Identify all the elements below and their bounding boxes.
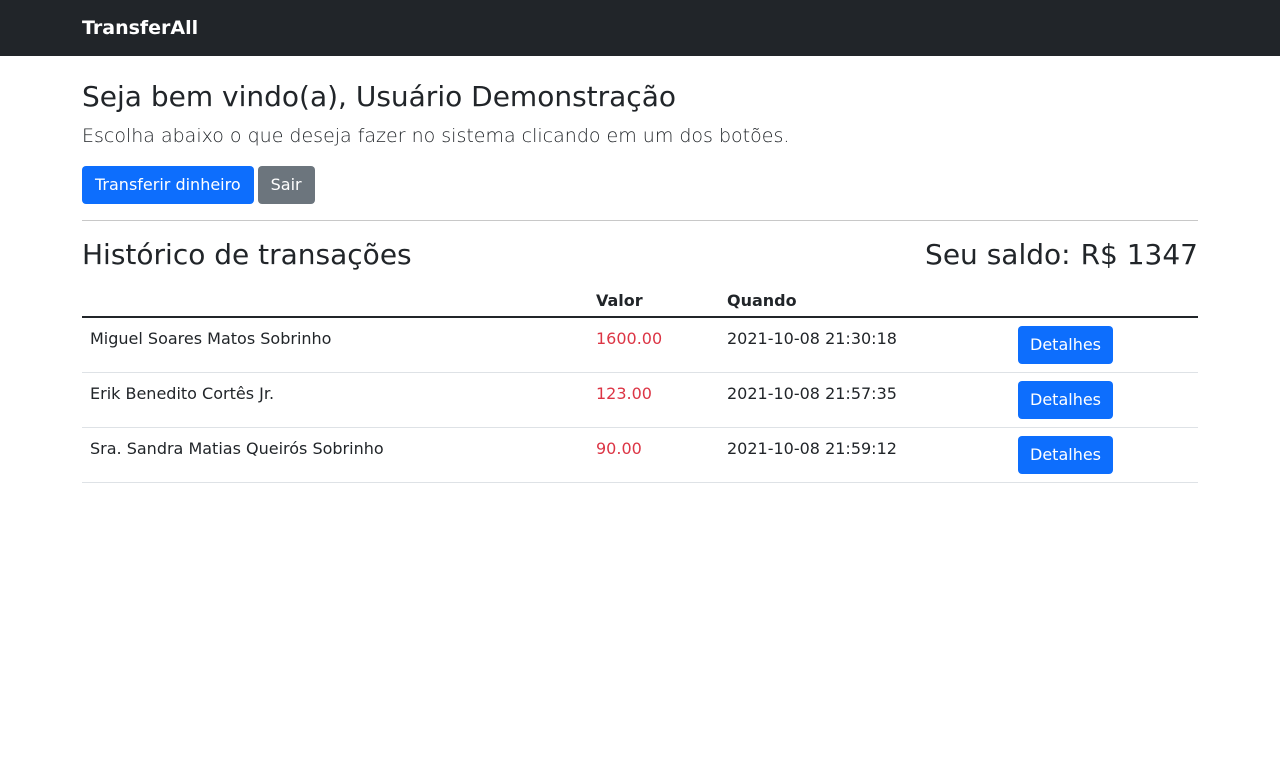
balance-label: Seu saldo:: [925, 237, 1071, 271]
welcome-title: Seja bem vindo(a), Usuário Demonstração: [82, 80, 676, 113]
details-button[interactable]: Detalhes: [1018, 435, 1114, 474]
details-button[interactable]: Detalhes: [1018, 380, 1114, 419]
balance-display: Seu saldo: R$ 1347: [925, 238, 1198, 271]
history-header: Histórico de transações Seu saldo: R$ 13…: [82, 235, 1198, 273]
row-timestamp: 2021-10-08 21:59:12: [719, 427, 1010, 483]
row-amount: 1600.00: [588, 317, 719, 373]
row-action-cell: Detalhes: [1010, 317, 1198, 373]
welcome-subtitle: Escolha abaixo o que deseja fazer no sis…: [82, 125, 790, 147]
history-title: Histórico de transações: [82, 237, 412, 271]
header-value: Valor: [588, 285, 719, 318]
row-amount: 90.00: [588, 427, 719, 483]
row-recipient-name: Erik Benedito Cortês Jr.: [82, 372, 588, 428]
action-buttons: Transferir dinheiro Sair: [82, 166, 1198, 204]
transfer-money-button[interactable]: Transferir dinheiro: [82, 166, 254, 204]
row-timestamp: 2021-10-08 21:57:35: [719, 372, 1010, 428]
table-row: Erik Benedito Cortês Jr. 123.00 2021-10-…: [82, 372, 1198, 428]
table-row: Miguel Soares Matos Sobrinho 1600.00 202…: [82, 317, 1198, 373]
row-recipient-name: Miguel Soares Matos Sobrinho: [82, 317, 588, 373]
details-button[interactable]: Detalhes: [1018, 326, 1114, 364]
row-action-cell: Detalhes: [1010, 427, 1198, 483]
row-action-cell: Detalhes: [1010, 372, 1198, 428]
table-row: Sra. Sandra Matias Queirós Sobrinho 90.0…: [82, 427, 1198, 483]
section-divider: [82, 220, 1198, 221]
row-amount: 123.00: [588, 372, 719, 428]
brand-link[interactable]: TransferAll: [82, 17, 198, 39]
logout-button[interactable]: Sair: [257, 166, 315, 204]
header-when: Quando: [719, 285, 1010, 318]
table-header-row: Valor Quando: [82, 285, 1198, 318]
row-recipient-name: Sra. Sandra Matias Queirós Sobrinho: [82, 427, 588, 483]
balance-value: R$ 1347: [1080, 237, 1198, 271]
main-content: Seja bem vindo(a), Usuário Demonstração …: [82, 56, 1198, 483]
header-name: [82, 285, 588, 318]
transactions-table: Valor Quando Miguel Soares Matos Sobrinh…: [82, 285, 1198, 483]
row-timestamp: 2021-10-08 21:30:18: [719, 317, 1010, 373]
header-action: [1010, 285, 1198, 318]
navbar: TransferAll: [0, 0, 1280, 56]
